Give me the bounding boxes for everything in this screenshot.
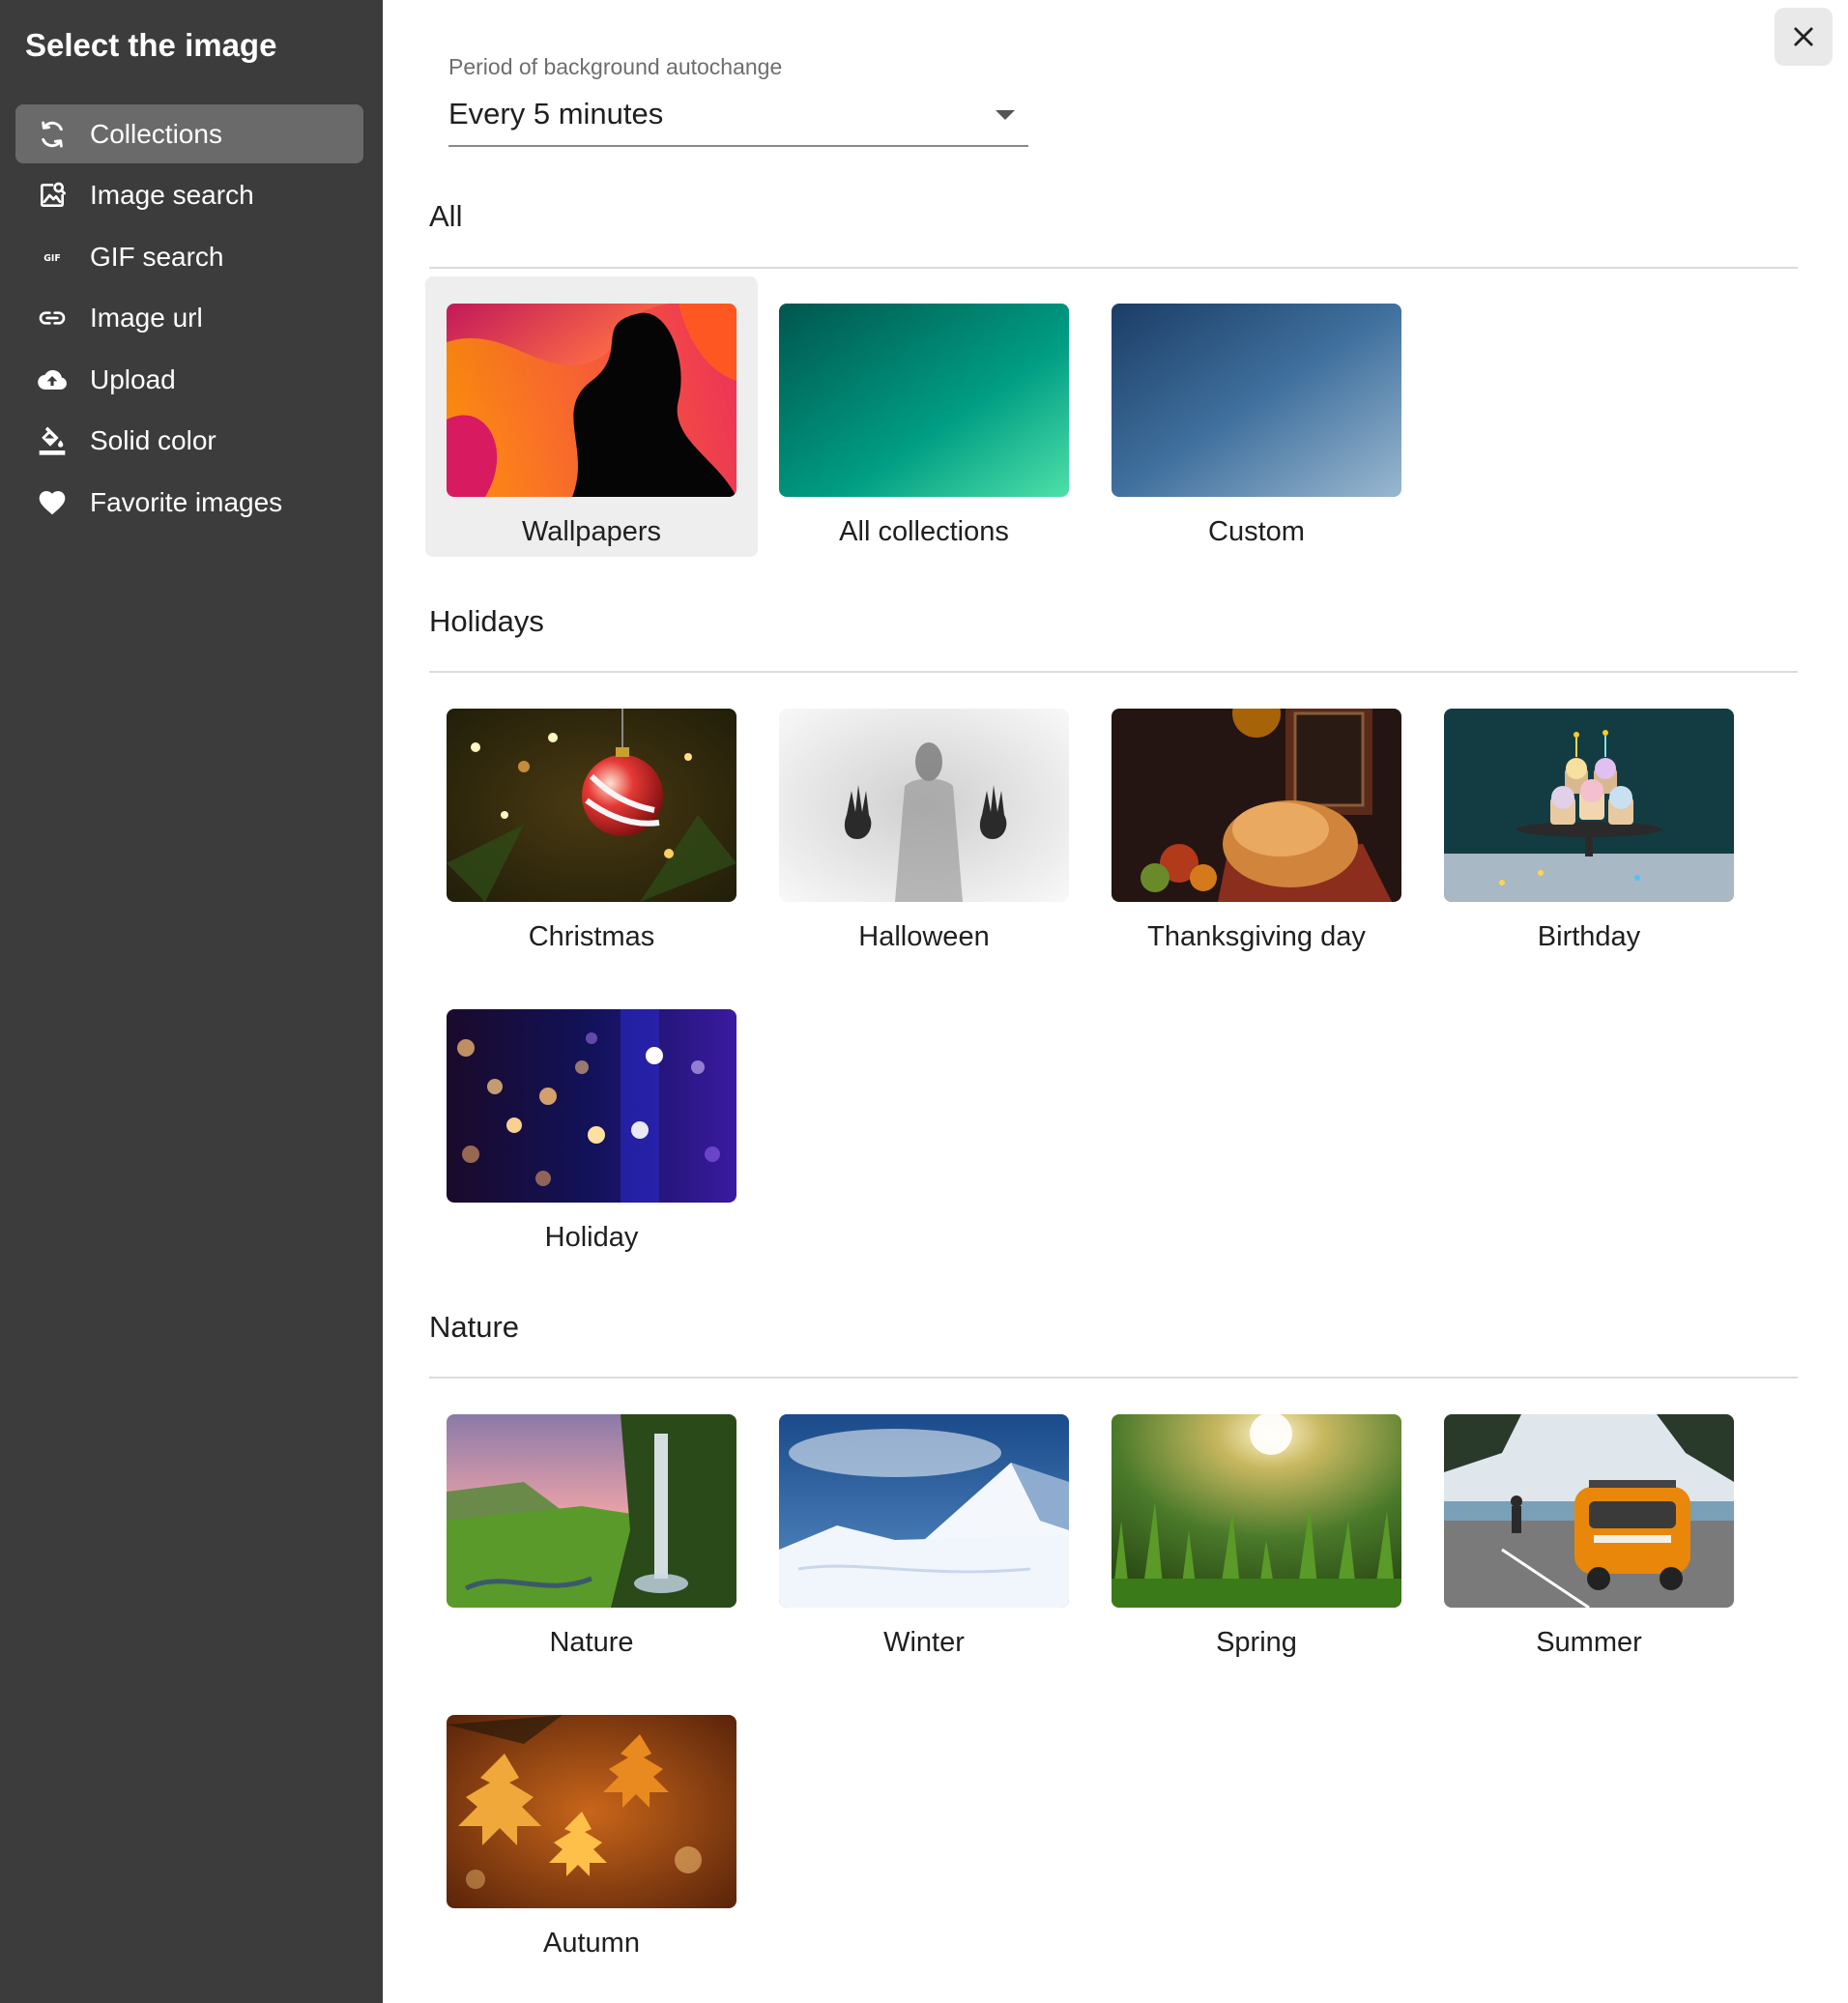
collection-card-holiday[interactable]: Holiday [425,982,758,1263]
thumbnail-winter [779,1414,1069,1608]
sidebar-item-label: GIF search [90,241,224,272]
collection-card-summer[interactable]: Summer [1423,1387,1755,1668]
sidebar-item-upload[interactable]: Upload [15,350,363,409]
thumbnail-nature [447,1414,736,1608]
sidebar: Select the image Collections Image searc… [0,0,383,2003]
card-label: Christmas [528,921,655,952]
close-icon [1794,27,1813,46]
period-select[interactable]: Every 5 minutes [448,93,1028,147]
sidebar-nav: Collections Image search GIF GIF search … [15,104,363,535]
link-icon [33,299,72,337]
refresh-icon [33,115,72,154]
image-search-icon [33,176,72,215]
close-button[interactable] [1775,8,1833,66]
collection-card-nature[interactable]: Nature [425,1387,758,1668]
collection-card-winter[interactable]: Winter [758,1387,1090,1668]
sidebar-item-favorite-images[interactable]: Favorite images [15,474,363,533]
card-label: Birthday [1537,921,1641,952]
section-title-holidays: Holidays [429,604,544,638]
divider [429,671,1798,673]
sidebar-item-collections[interactable]: Collections [15,104,363,163]
thumbnail-all-collections [779,304,1069,497]
sidebar-title: Select the image [25,27,277,63]
card-label: All collections [839,516,1009,547]
period-value: Every 5 minutes [448,97,664,131]
card-label: Holiday [544,1222,639,1253]
sidebar-item-label: Image search [90,180,254,211]
sidebar-item-image-search[interactable]: Image search [15,166,363,225]
sidebar-item-image-url[interactable]: Image url [15,289,363,348]
cloud-upload-icon [33,361,72,399]
card-label: Thanksgiving day [1147,921,1366,952]
thumbnail-spring [1112,1414,1401,1608]
collection-card-wallpapers[interactable]: Wallpapers [425,276,758,557]
collection-card-birthday[interactable]: Birthday [1423,682,1755,962]
collection-card-thanksgiving-day[interactable]: Thanksgiving day [1090,682,1423,962]
collection-card-autumn[interactable]: Autumn [425,1688,758,1968]
card-label: Nature [549,1627,634,1658]
divider [429,1377,1798,1379]
period-label: Period of background autochange [448,54,783,79]
section-title-all: All [429,199,463,233]
thumbnail-autumn [447,1715,736,1908]
thumbnail-holiday [447,1009,736,1203]
sidebar-item-label: Favorite images [90,487,283,518]
collection-card-halloween[interactable]: Halloween [758,682,1090,962]
collection-card-spring[interactable]: Spring [1090,1387,1423,1668]
thumbnail-summer [1444,1414,1734,1608]
divider [429,267,1798,269]
card-label: Wallpapers [522,516,661,547]
card-label: Spring [1216,1627,1297,1658]
card-label: Winter [883,1627,965,1658]
sidebar-item-label: Image url [90,303,203,334]
collection-card-custom[interactable]: Custom [1090,276,1423,557]
collection-card-christmas[interactable]: Christmas [425,682,758,962]
thumbnail-thanksgiving [1112,709,1401,902]
svg-text:GIF: GIF [43,253,61,264]
card-label: Autumn [543,1928,640,1959]
collection-card-all-collections[interactable]: All collections [758,276,1090,557]
gif-icon: GIF [33,238,72,276]
chevron-down-icon [996,110,1015,120]
sidebar-item-gif-search[interactable]: GIF GIF search [15,227,363,286]
card-label: Custom [1208,516,1305,547]
thumbnail-wallpapers [447,304,736,497]
thumbnail-birthday [1444,709,1734,902]
sidebar-item-label: Solid color [90,425,217,456]
paint-bucket-icon [33,421,72,460]
sidebar-item-label: Collections [90,118,222,149]
thumbnail-custom [1112,304,1401,497]
thumbnail-halloween [779,709,1069,902]
section-title-nature: Nature [429,1310,520,1344]
heart-icon [33,483,72,522]
card-label: Halloween [858,921,990,952]
sidebar-item-solid-color[interactable]: Solid color [15,412,363,471]
card-label: Summer [1536,1627,1642,1658]
thumbnail-christmas [447,709,736,902]
sidebar-item-label: Upload [90,363,176,394]
